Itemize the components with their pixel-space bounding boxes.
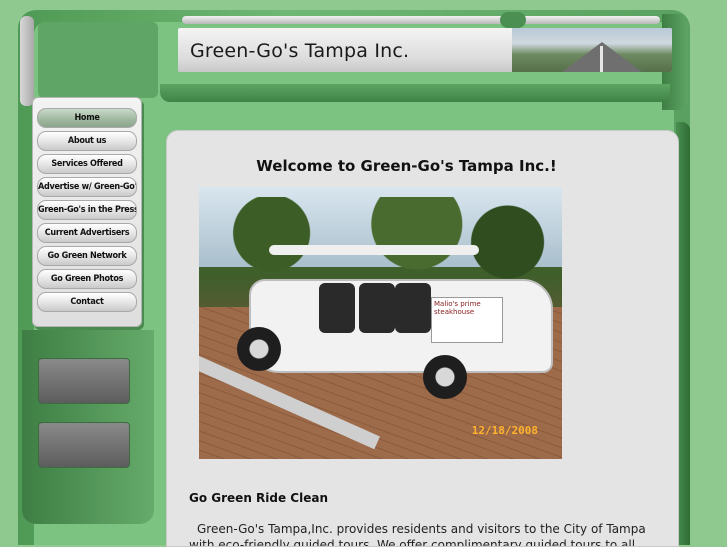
cart-seat bbox=[359, 283, 395, 333]
nav-services-offered[interactable]: Services Offered bbox=[37, 154, 137, 174]
cart-roof bbox=[269, 245, 479, 255]
main-content: Welcome to Green-Go's Tampa Inc.! Malio'… bbox=[166, 130, 679, 547]
cart-wheel bbox=[423, 355, 467, 399]
decorative-panel-2 bbox=[38, 422, 130, 468]
header-road-image bbox=[512, 28, 672, 72]
decorative-panel-1 bbox=[38, 358, 130, 404]
nav-about-us[interactable]: About us bbox=[37, 131, 137, 151]
cart-ad-sign: Malio's prime steakhouse bbox=[431, 297, 503, 343]
site-header: Green-Go's Tampa Inc. bbox=[178, 28, 672, 72]
welcome-heading: Welcome to Green-Go's Tampa Inc.! bbox=[256, 157, 557, 175]
left-frame-post bbox=[20, 16, 34, 106]
nav-home[interactable]: Home bbox=[37, 108, 137, 128]
road-line bbox=[600, 46, 603, 72]
nav-advertise[interactable]: Advertise w/ Green-Go's bbox=[37, 177, 137, 197]
nav-contact[interactable]: Contact bbox=[37, 292, 137, 312]
cart-photo: Malio's prime steakhouse 12/18/2008 bbox=[199, 187, 562, 459]
intro-paragraph: Green-Go's Tampa,Inc. provides residents… bbox=[189, 522, 646, 547]
photo-trees bbox=[199, 197, 562, 287]
cart-seat bbox=[319, 283, 355, 333]
nav-in-the-press[interactable]: Green-Go's in the Press bbox=[37, 200, 137, 220]
photo-date-stamp: 12/18/2008 bbox=[471, 424, 538, 437]
cart-seat bbox=[395, 283, 431, 333]
left-frame-panel bbox=[38, 22, 158, 98]
nav-current-advertisers[interactable]: Current Advertisers bbox=[37, 223, 137, 243]
top-rail bbox=[182, 16, 660, 24]
nav-go-green-network[interactable]: Go Green Network bbox=[37, 246, 137, 266]
header-base bbox=[160, 84, 670, 102]
nav-go-green-photos[interactable]: Go Green Photos bbox=[37, 269, 137, 289]
site-title: Green-Go's Tampa Inc. bbox=[190, 40, 410, 62]
top-rail-knob bbox=[500, 12, 526, 28]
section-subheading: Go Green Ride Clean bbox=[189, 491, 328, 505]
sidebar-nav: Home About us Services Offered Advertise… bbox=[32, 97, 142, 327]
cart-wheel bbox=[237, 327, 281, 371]
